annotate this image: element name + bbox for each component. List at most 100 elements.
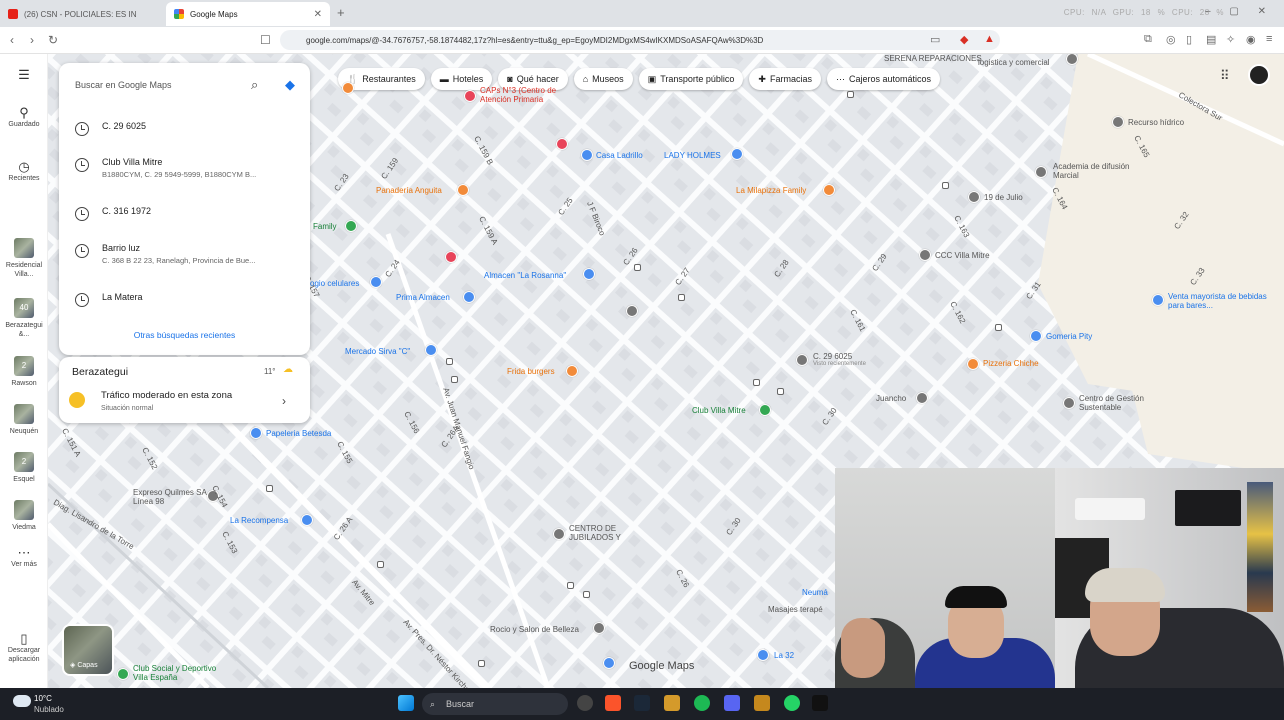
bus-stop-icon[interactable] (478, 660, 485, 667)
place-label[interactable]: La Recompensa (230, 516, 288, 525)
sync-icon[interactable]: ◎ (1166, 33, 1176, 46)
food-pin-icon[interactable] (457, 184, 469, 196)
place-pin-icon[interactable] (796, 354, 808, 366)
place-label[interactable]: LADY HOLMES (664, 151, 721, 160)
shop-pin-icon[interactable] (1152, 294, 1164, 306)
wallet-icon[interactable]: ▤ (1206, 33, 1216, 46)
menu-icon[interactable]: ≡ (1266, 33, 1272, 45)
saved-button[interactable]: ⚲ Guardado (0, 106, 48, 129)
recent-place-5[interactable]: 2 Esquel (0, 452, 48, 484)
place-pin-icon[interactable] (593, 622, 605, 634)
place-pin-icon[interactable] (1112, 116, 1124, 128)
food-pin-icon[interactable] (967, 358, 979, 370)
place-label[interactable]: La 32 (774, 651, 794, 660)
recent-place-4[interactable]: Neuquén (0, 404, 48, 436)
shop-pin-icon[interactable] (370, 276, 382, 288)
place-label[interactable]: Juancho (876, 394, 906, 403)
place-label[interactable]: CENTRO DE JUBILADOS Y (569, 524, 639, 542)
bus-stop-icon[interactable] (777, 388, 784, 395)
layers-button[interactable]: ◈ Capas (62, 624, 114, 676)
vpn-icon[interactable]: ◉ (1246, 33, 1256, 46)
place-label[interactable]: Recurso hídrico (1128, 118, 1184, 127)
bus-stop-icon[interactable] (446, 358, 453, 365)
sidebar-icon[interactable]: ▯ (1186, 33, 1192, 46)
shop-pin-icon[interactable] (301, 514, 313, 526)
steam-icon[interactable] (634, 695, 650, 711)
leo-icon[interactable]: ✧ (1226, 33, 1235, 46)
bus-stop-icon[interactable] (451, 376, 458, 383)
weather-desc[interactable]: Nublado (34, 705, 64, 714)
app-icon[interactable] (754, 695, 770, 711)
food-pin-icon[interactable] (342, 82, 354, 94)
place-label[interactable]: CCC Villa Mitre (935, 251, 990, 260)
recents-button[interactable]: ◷ Recientes (0, 160, 48, 183)
shop-pin-icon[interactable] (250, 427, 262, 439)
recent-search-item[interactable]: C. 316 1972 (75, 206, 305, 221)
place-label[interactable]: Papeleria Betesda (266, 429, 331, 438)
park-pin-icon[interactable] (345, 220, 357, 232)
close-tab-icon[interactable]: ✕ (314, 9, 322, 20)
shop-pin-icon[interactable] (463, 291, 475, 303)
transit-station-icon[interactable] (626, 305, 638, 317)
shop-pin-icon[interactable] (1030, 330, 1042, 342)
extensions-icon[interactable]: ⧉ (1144, 33, 1152, 46)
park-pin-icon[interactable] (759, 404, 771, 416)
bus-stop-icon[interactable] (567, 582, 574, 589)
recent-place-2[interactable]: 40 Berazategui &... (0, 298, 48, 339)
place-label[interactable]: La Milapizza Family (736, 186, 806, 195)
chip-transit[interactable]: ▣ Transporte público (638, 68, 744, 90)
place-label[interactable]: Rocio y Salon de Belleza (490, 625, 579, 634)
place-pin-icon[interactable] (968, 191, 980, 203)
place-label[interactable]: Centro de Gestión Sustentable (1079, 394, 1159, 412)
app-icon[interactable] (664, 695, 680, 711)
place-pin-icon[interactable] (916, 392, 928, 404)
place-label[interactable]: Expreso Quilmes SA - Línea 98 (133, 488, 213, 506)
place-label[interactable]: CAPs N°3 (Centro de Atención Primaria (480, 86, 570, 104)
bus-stop-icon[interactable] (753, 379, 760, 386)
place-pin-icon[interactable] (1063, 397, 1075, 409)
windows-start-icon[interactable] (398, 695, 414, 711)
spotify-icon[interactable] (694, 695, 710, 711)
apps-grid-icon[interactable]: ⠿ (1220, 68, 1230, 84)
shop-pin-icon[interactable] (757, 649, 769, 661)
rewards-icon[interactable]: ▲ (984, 33, 995, 45)
traffic-card[interactable]: Berazategui 11° ☁ Tráfico moderado en es… (59, 357, 310, 423)
chrome-icon[interactable] (577, 695, 593, 711)
shop-pin-icon[interactable] (581, 149, 593, 161)
chip-atms[interactable]: ⋯ Cajeros automáticos (826, 68, 941, 90)
place-label[interactable]: Gomeria Pity (1046, 332, 1092, 341)
bus-stop-icon[interactable] (678, 294, 685, 301)
place-pin-icon[interactable] (919, 249, 931, 261)
hamburger-menu-icon[interactable]: ☰ (0, 68, 48, 82)
place-label[interactable]: Mercado Sirva "C" (345, 347, 410, 356)
shop-pin-icon[interactable] (425, 344, 437, 356)
place-label[interactable]: Pizzeria Chiche (983, 359, 1039, 368)
install-icon[interactable]: ▭ (930, 33, 940, 46)
bookmark-icon[interactable]: ☐ (260, 33, 271, 47)
brave-shield-icon[interactable]: ◆ (960, 33, 968, 46)
place-label[interactable]: C. 29 6025 Visto recientemente (813, 352, 866, 367)
chip-museums[interactable]: ⌂ Museos (573, 68, 633, 90)
place-pin-icon[interactable] (553, 528, 565, 540)
food-pin-icon[interactable] (566, 365, 578, 377)
more-button[interactable]: ⋯ Ver más (0, 546, 48, 569)
place-pin-icon[interactable] (1035, 166, 1047, 178)
place-label[interactable]: 19 de Julio (984, 193, 1023, 202)
place-label[interactable]: Prima Almacen (396, 293, 450, 302)
recent-search-item[interactable]: La Matera (75, 292, 305, 307)
shop-pin-icon[interactable] (445, 251, 457, 263)
recent-search-item[interactable]: Barrio luz C. 368 B 22 23, Ranelagh, Prov… (75, 243, 305, 265)
brave-icon[interactable] (605, 695, 621, 711)
url-field[interactable]: google.com/maps/@-34.7676757,-58.1874482… (280, 30, 1000, 50)
place-label[interactable]: Almacen "La Rosanna" (484, 271, 566, 280)
window-controls[interactable]: – ▢ ✕ (1205, 6, 1274, 17)
place-label[interactable]: SERENA REPARACIONES (884, 54, 982, 63)
reload-icon[interactable]: ↻ (48, 33, 58, 47)
bus-stop-icon[interactable] (266, 485, 273, 492)
recent-place-1[interactable]: Residencial Villa... (0, 238, 48, 279)
recent-place-6[interactable]: Viedma (0, 500, 48, 532)
new-tab-button[interactable]: + (337, 5, 345, 20)
bus-stop-icon[interactable] (942, 182, 949, 189)
place-label[interactable]: Neumá (802, 588, 828, 597)
taskbar-search[interactable]: ⌕ Buscar (422, 693, 568, 715)
